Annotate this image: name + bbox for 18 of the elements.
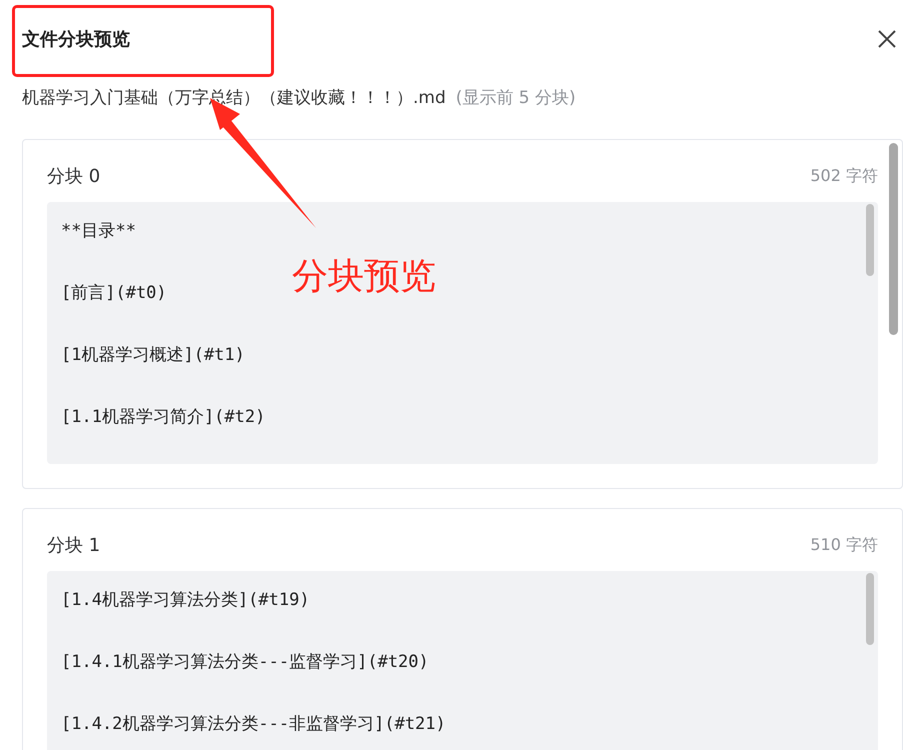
chunk-title: 分块 1 [47, 534, 100, 557]
content-line: [1机器学习概述](#t1) [61, 344, 245, 367]
scrollbar-thumb[interactable] [866, 204, 874, 276]
close-icon [877, 29, 897, 49]
character-count: 510 字符 [810, 534, 878, 556]
content-line: **目录** [61, 220, 136, 243]
scrollbar-thumb[interactable] [866, 573, 874, 645]
character-count: 502 字符 [810, 166, 878, 186]
content-line: [1.1机器学习简介](#t2) [61, 406, 266, 429]
content-line: [1.4机器学习算法分类](#t19) [61, 589, 310, 612]
annotation-label: 分块预览 [292, 255, 436, 299]
content-line: [前言](#t0) [61, 282, 167, 305]
content-line: [1.4.1机器学习算法分类---监督学习](#t20) [61, 651, 429, 674]
scrollbar-thumb[interactable] [889, 143, 898, 335]
content-line: [1.4.2机器学习算法分类---非监督学习](#t21) [61, 713, 446, 736]
dialog-title: 文件分块预览 [22, 28, 130, 51]
chunk-title: 分块 0 [47, 165, 100, 188]
chunk-count-note: (显示前 5 分块) [456, 87, 576, 109]
